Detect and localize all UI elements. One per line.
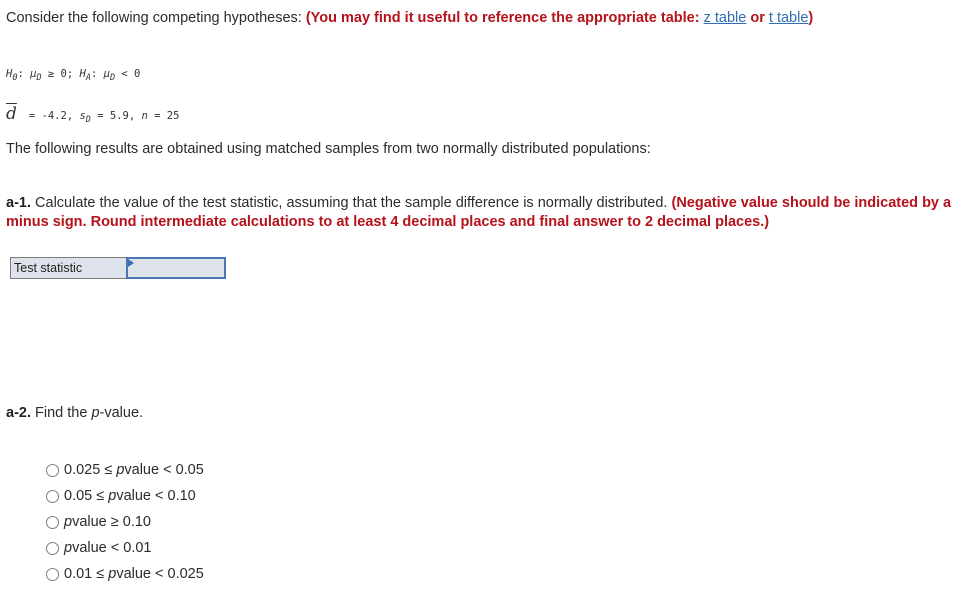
note-open: (You may find it useful to reference the… — [305, 10, 704, 26]
input-flag-icon — [128, 259, 134, 267]
a2-label: a-2. — [6, 405, 31, 421]
p-value-options: 0.025 ≤ p value < 0.05 0.05 ≤ p value < … — [46, 457, 204, 587]
a1-label: a-1. — [6, 195, 31, 211]
note-close: ) — [808, 10, 814, 26]
hypotheses: H0: μD ≥ 0; HA: μD < 0 — [6, 68, 140, 83]
option-prefix: 0.01 ≤ — [64, 566, 105, 582]
ha-colon: : — [90, 68, 104, 80]
question-a2: a-2. Find the p-value. — [6, 405, 143, 421]
a2-text-end: -value. — [99, 405, 144, 421]
test-statistic-input[interactable] — [126, 257, 226, 279]
intro-statement: Consider the following competing hypothe… — [6, 10, 306, 26]
option-p: p — [116, 462, 125, 478]
radio-button[interactable] — [46, 489, 59, 503]
option-suffix: value < 0.01 — [72, 540, 152, 556]
a2-p-italic: p — [91, 405, 100, 421]
p-value-option[interactable]: 0.025 ≤ p value < 0.05 — [46, 457, 204, 483]
option-suffix: value ≥ 0.10 — [72, 514, 151, 530]
radio-button[interactable] — [46, 463, 59, 477]
option-suffix: value < 0.10 — [116, 488, 196, 504]
n-value: = 25 — [147, 110, 180, 122]
p-value-option[interactable]: p value < 0.01 — [46, 535, 204, 561]
results-text: The following results are obtained using… — [6, 141, 651, 157]
ha-condition: < 0 — [115, 68, 141, 80]
option-suffix: value < 0.025 — [116, 566, 204, 582]
radio-button[interactable] — [46, 541, 59, 555]
p-value-option[interactable]: p value ≥ 0.10 — [46, 509, 204, 535]
option-prefix: 0.025 ≤ — [64, 462, 113, 478]
question-a1: a-1. Calculate the value of the test sta… — [6, 194, 956, 232]
p-value-option[interactable]: 0.01 ≤ p value < 0.025 — [46, 561, 204, 587]
sample-statistics: d = -4.2, sD = 5.9, n = 25 — [6, 104, 179, 125]
option-suffix: value < 0.05 — [124, 462, 204, 478]
t-table-link[interactable]: t table — [769, 10, 809, 26]
d-bar-value: = -4.2, — [28, 110, 80, 122]
answer-table: Test statistic — [10, 257, 226, 279]
option-p: p — [108, 488, 117, 504]
intro-text: Consider the following competing hypothe… — [6, 10, 813, 26]
z-table-link[interactable]: z table — [704, 10, 747, 26]
option-p: p — [64, 540, 73, 556]
option-p: p — [108, 566, 117, 582]
radio-button[interactable] — [46, 567, 59, 581]
note-or: or — [746, 10, 769, 26]
radio-button[interactable] — [46, 515, 59, 529]
a1-text: Calculate the value of the test statisti… — [31, 195, 672, 211]
a2-text: Find the — [31, 405, 92, 421]
d-bar-symbol: d — [6, 104, 17, 124]
h0-colon: : — [17, 68, 31, 80]
table-reference-note: (You may find it useful to reference the… — [306, 10, 813, 26]
option-p: p — [64, 514, 73, 530]
h0-condition: ≥ 0; — [41, 68, 80, 80]
p-value-option[interactable]: 0.05 ≤ p value < 0.10 — [46, 483, 204, 509]
s-value: = 5.9, — [90, 110, 142, 122]
test-statistic-label: Test statistic — [10, 257, 127, 279]
option-prefix: 0.05 ≤ — [64, 488, 105, 504]
